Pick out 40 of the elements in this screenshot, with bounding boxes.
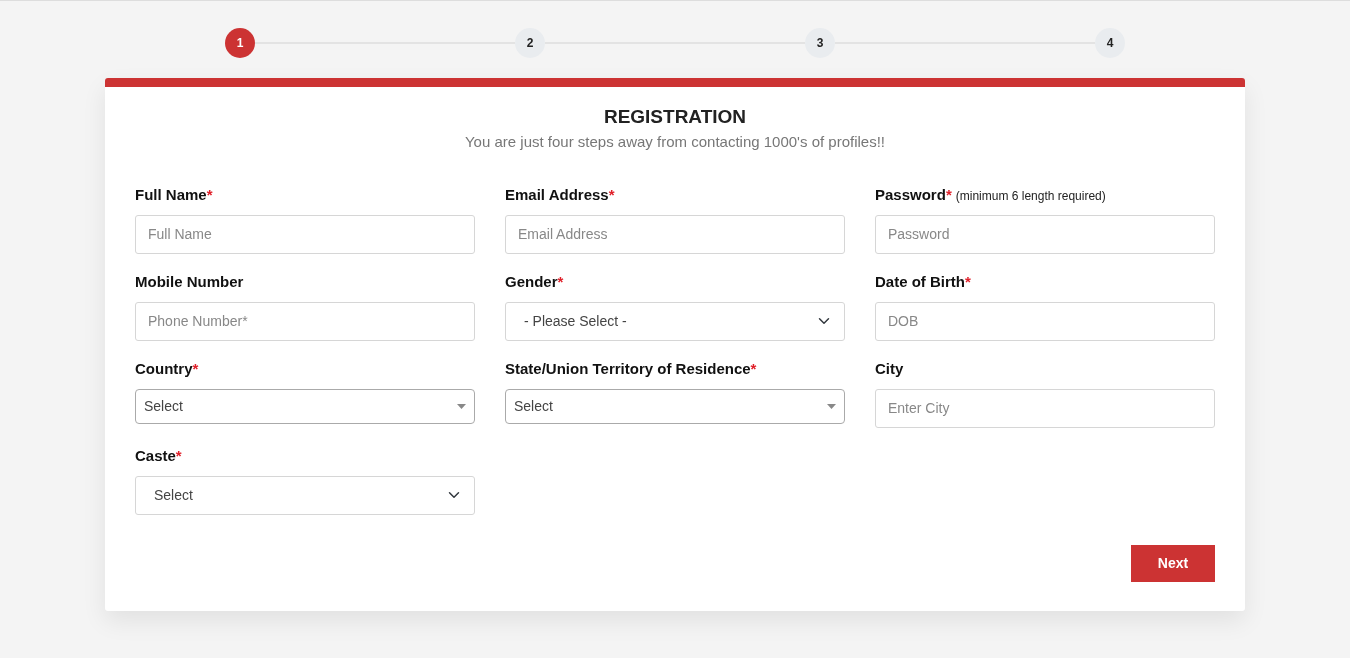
field-label: Gender	[505, 271, 558, 292]
required-mark: *	[750, 358, 757, 379]
form-subtitle: You are just four steps away from contacting 1000's of profiles!!	[463, 132, 886, 152]
input-field[interactable]: Full Name	[135, 214, 475, 254]
field-label: State/Union Territory of Residence	[505, 358, 751, 379]
input-field[interactable]: Phone Number*	[135, 301, 475, 341]
required-mark: *	[206, 184, 213, 205]
form-title: REGISTRATION	[602, 105, 748, 129]
required-mark: *	[608, 184, 615, 205]
step-indicator[interactable]: 3	[805, 28, 835, 58]
input-field[interactable]: DOB	[875, 301, 1215, 341]
required-mark: *	[945, 184, 952, 205]
step-indicator[interactable]: 1	[225, 28, 255, 58]
next-button[interactable]: Next	[1131, 544, 1215, 582]
field-label: Email Address	[505, 184, 609, 205]
dropdown-field[interactable]: Select	[505, 388, 845, 424]
dropdown-value: Select	[514, 396, 553, 416]
required-mark: *	[557, 271, 564, 292]
field-note: (minimum 6 length required)	[955, 187, 1106, 205]
required-mark: *	[965, 271, 971, 292]
input-field[interactable]: Email Address	[505, 214, 845, 254]
step-indicator[interactable]: 4	[1095, 28, 1125, 58]
field-label: Password	[875, 184, 946, 205]
caret-icon	[457, 403, 466, 409]
step-indicator[interactable]: 2	[515, 28, 545, 58]
required-mark: *	[192, 358, 199, 379]
field-label: Mobile Number	[135, 271, 244, 292]
dropdown-field[interactable]: Select	[135, 475, 475, 515]
caret-icon	[827, 403, 836, 409]
input-field[interactable]: Password	[875, 214, 1215, 254]
dropdown-field[interactable]: - Please Select -	[505, 301, 845, 341]
field-label: Full Name	[135, 184, 207, 205]
input-field[interactable]: Enter City	[875, 388, 1215, 428]
dropdown-value: Select	[144, 396, 183, 416]
field-label: Date of Birth	[875, 271, 965, 292]
field-label: Caste	[135, 445, 176, 466]
field-label: Country	[135, 358, 193, 379]
dropdown-field[interactable]: Select	[135, 388, 475, 424]
required-mark: *	[175, 445, 182, 466]
field-label: City	[875, 358, 904, 379]
